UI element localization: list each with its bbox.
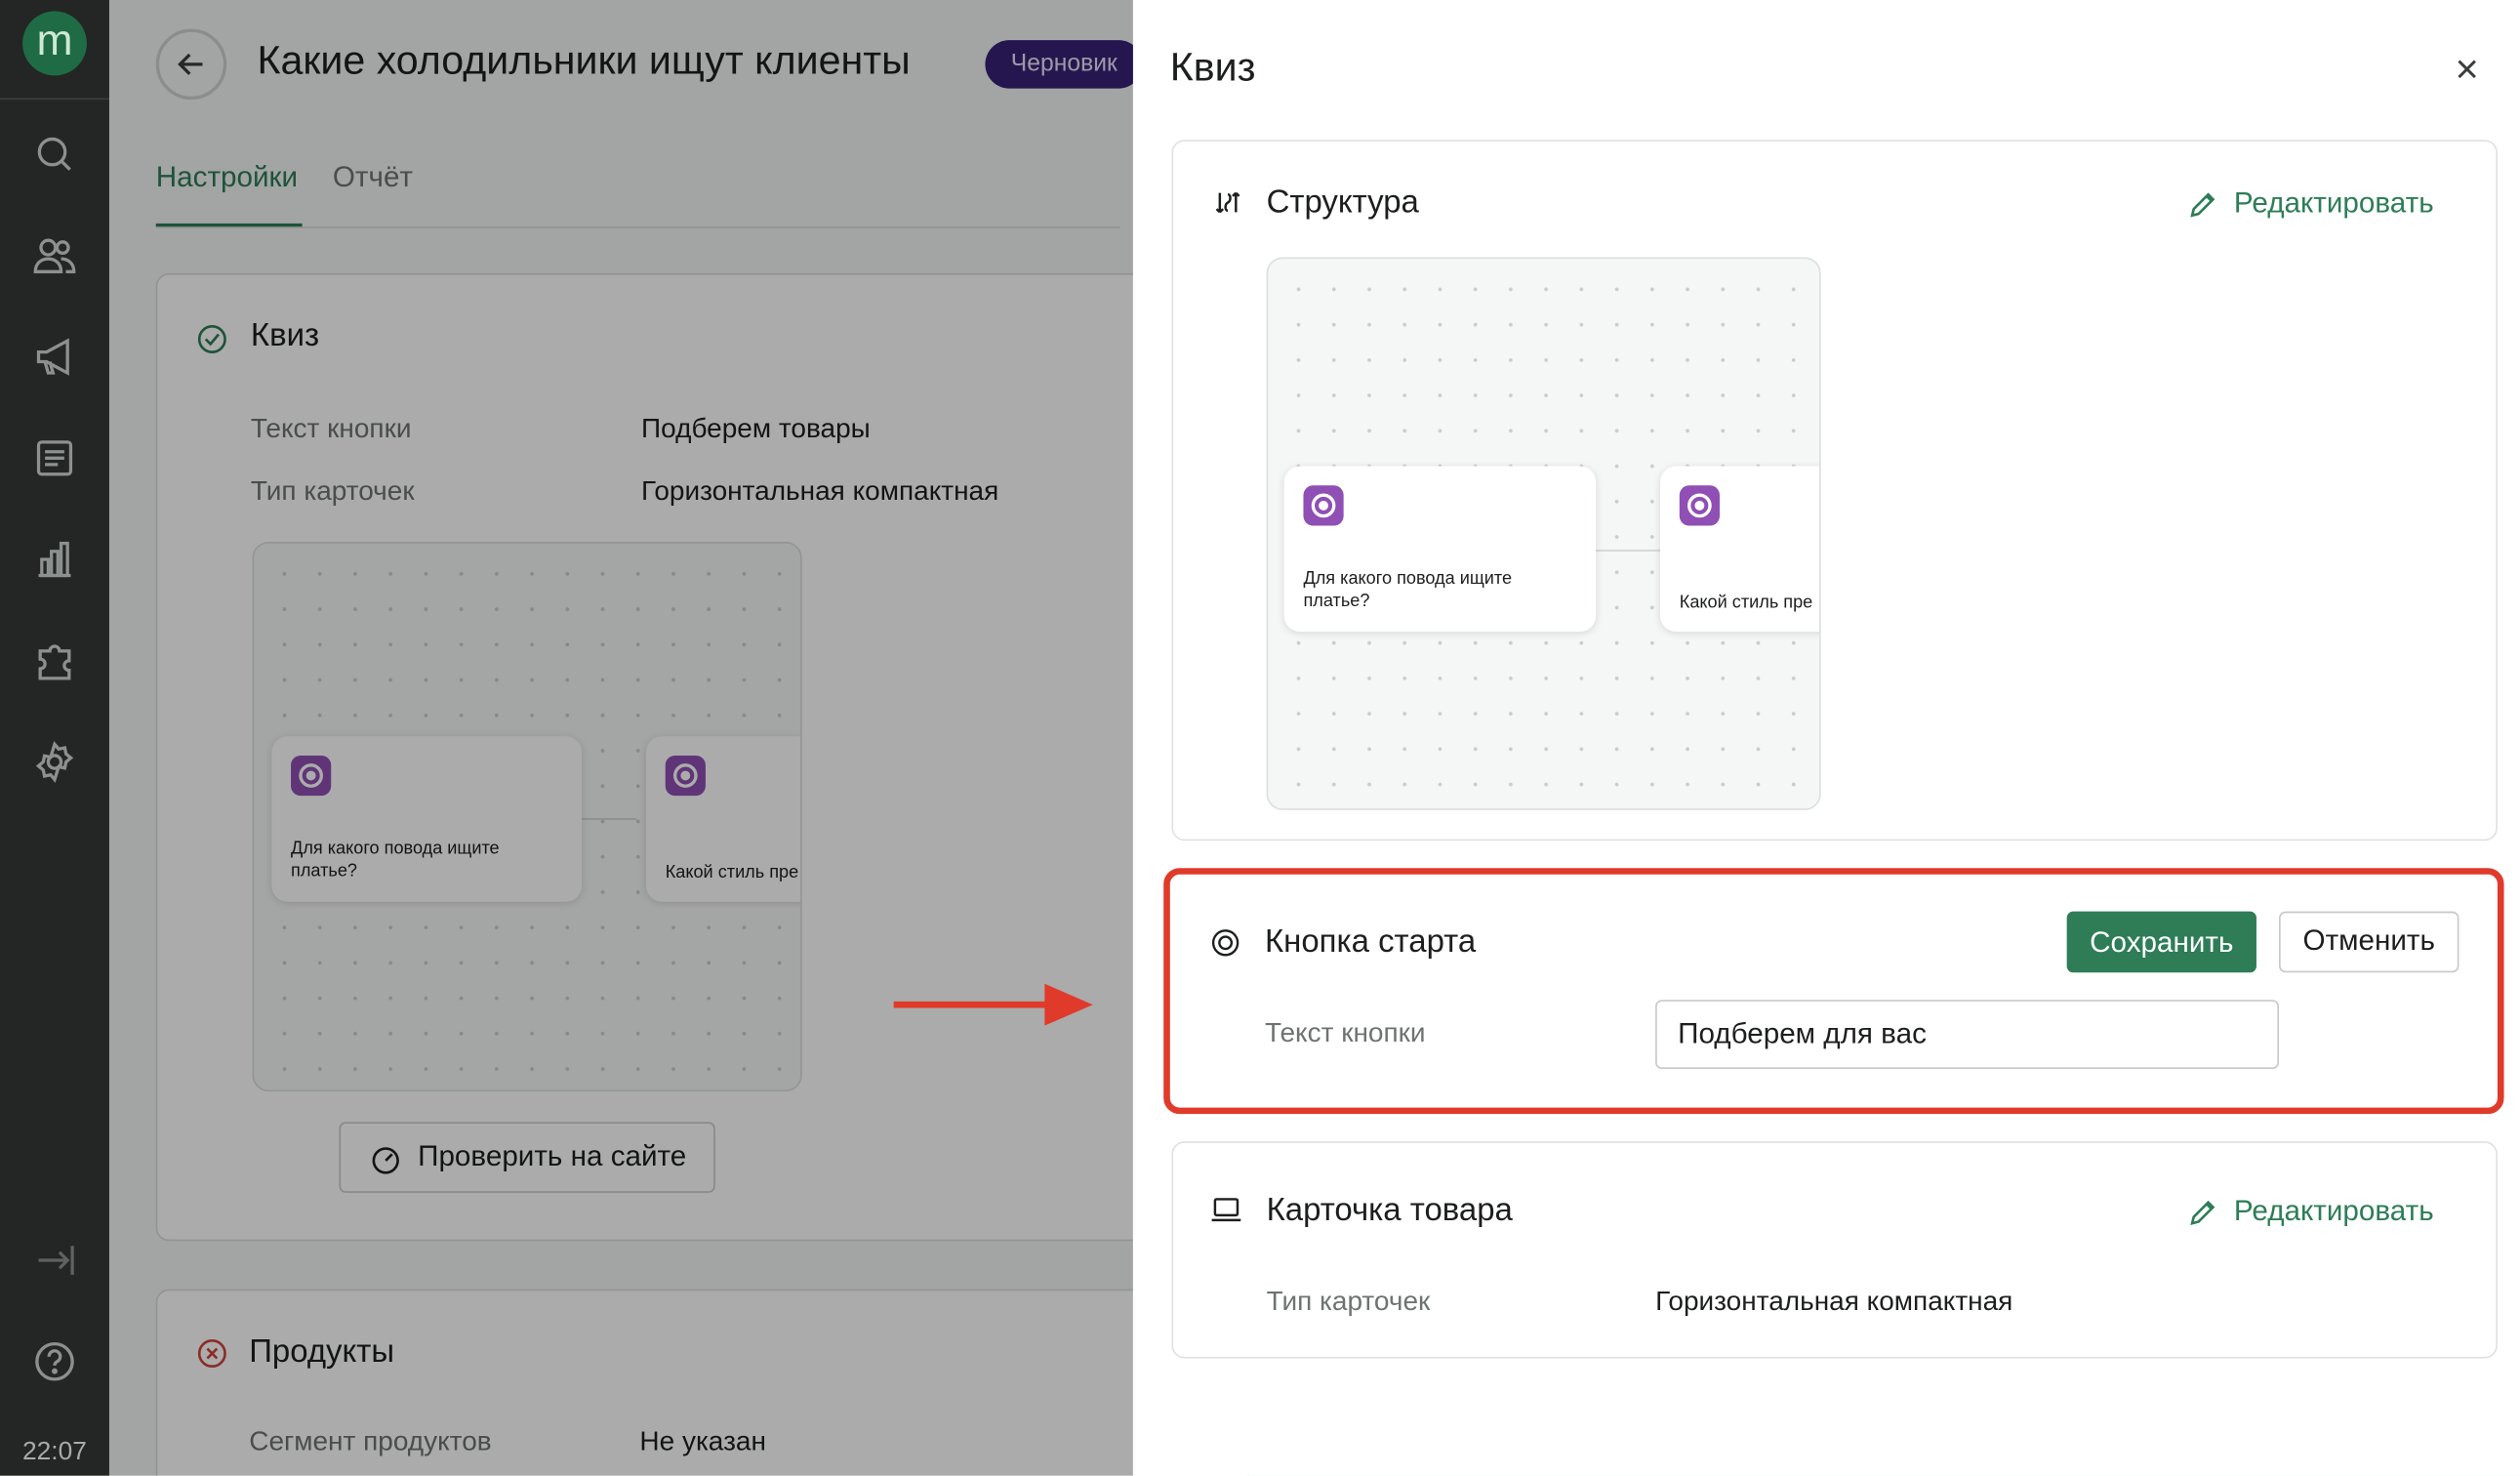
clock-time: 22:07 — [22, 1438, 87, 1466]
product-card-section: Карточка товара Редактировать Тип карточ… — [1171, 1141, 2498, 1359]
pencil-icon — [2190, 192, 2215, 218]
users-icon[interactable] — [32, 233, 77, 278]
quiz-drawer: Квиз Структура Редактировать Для какого … — [1132, 0, 2520, 1476]
radio-question-icon — [1679, 485, 1720, 526]
preview-connector — [1594, 550, 1665, 552]
modal-backdrop[interactable] — [108, 0, 1133, 1476]
nav-rail: m 22:07 — [0, 0, 109, 1476]
button-text-field-label: Текст кнопки — [1264, 1017, 1426, 1048]
search-icon[interactable] — [32, 132, 77, 177]
start-button-section-highlight — [1163, 868, 2504, 1115]
button-text-input[interactable] — [1655, 1000, 2280, 1070]
start-button-title: Кнопка старта — [1264, 923, 1477, 961]
cancel-button[interactable]: Отменить — [2279, 911, 2459, 973]
card-type-label: Тип карточек — [1266, 1286, 1431, 1317]
logout-icon[interactable] — [32, 1238, 77, 1283]
structure-icon — [1215, 191, 1240, 214]
preview-question-node: Какой стиль пре — [1660, 466, 1820, 633]
rail-divider — [0, 98, 109, 101]
save-button[interactable]: Сохранить — [2066, 911, 2256, 973]
list-icon[interactable] — [32, 435, 77, 480]
product-card-title: Карточка товара — [1266, 1192, 1513, 1229]
structure-edit-link[interactable]: Редактировать — [2190, 186, 2434, 221]
preview-question-text: Для какого повода ищите платье? — [1303, 568, 1513, 611]
preview-question-text: Какой стиль пре — [1679, 593, 1813, 613]
pencil-icon — [2190, 1200, 2215, 1225]
preview-question-node: Для какого повода ищите платье? — [1283, 466, 1597, 633]
gear-icon[interactable] — [32, 739, 77, 784]
product-card-edit-label: Редактировать — [2233, 1194, 2434, 1227]
megaphone-icon[interactable] — [32, 335, 77, 380]
structure-section: Структура Редактировать Для какого повод… — [1171, 140, 2498, 841]
structure-title: Структура — [1266, 184, 1419, 221]
help-icon[interactable] — [32, 1339, 77, 1384]
radio-question-icon — [1303, 485, 1344, 526]
puzzle-icon[interactable] — [32, 638, 77, 683]
structure-preview: Для какого повода ищите платье? Какой ст… — [1266, 257, 1821, 810]
laptop-icon — [1211, 1198, 1241, 1222]
product-card-edit-link[interactable]: Редактировать — [2190, 1194, 2434, 1228]
close-icon[interactable] — [2448, 50, 2487, 89]
annotation-arrow — [893, 983, 1093, 1026]
target-icon — [1211, 929, 1240, 957]
app-logo[interactable]: m — [22, 11, 87, 76]
structure-edit-label: Редактировать — [2233, 186, 2434, 219]
drawer-title: Квиз — [1169, 45, 1256, 91]
chart-icon[interactable] — [32, 537, 77, 582]
card-type-value: Горизонтальная компактная — [1655, 1286, 2013, 1317]
